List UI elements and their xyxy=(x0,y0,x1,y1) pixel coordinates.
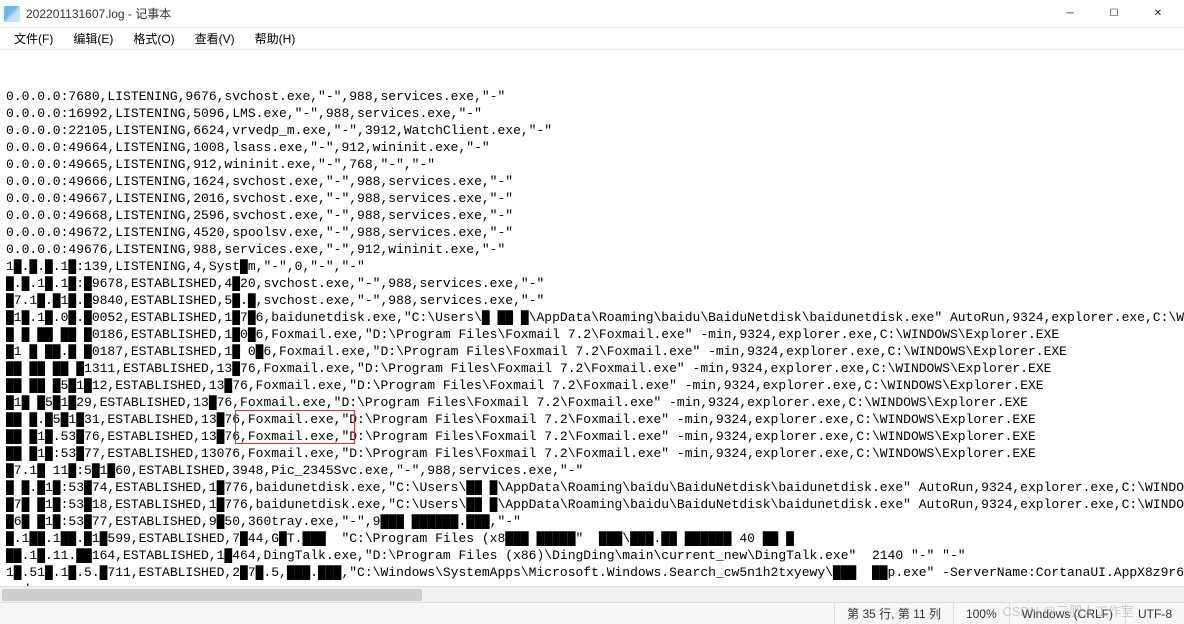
status-encoding: UTF-8 xyxy=(1125,603,1184,624)
text-area[interactable]: 0.0.0.0:7680,LISTENING,9676,svchost.exe,… xyxy=(0,50,1184,586)
status-zoom: 100% xyxy=(953,603,1009,624)
log-line: 0.0.0.0:49672,LISTENING,4520,spoolsv.exe… xyxy=(6,224,1178,241)
minimize-button[interactable]: ─ xyxy=(1048,0,1092,28)
log-line: █.1██.1██.█1█599,ESTABLISHED,7█44,G█T.██… xyxy=(6,530,1178,547)
log-line: █1█.1█.0█.█0052,ESTABLISHED,1█7█6,baidun… xyxy=(6,309,1178,326)
log-line: 0.0.0.0:49664,LISTENING,1008,lsass.exe,"… xyxy=(6,139,1178,156)
log-line: 0.0.0.0:49667,LISTENING,2016,svchost.exe… xyxy=(6,190,1178,207)
notepad-icon xyxy=(4,6,20,22)
log-line: █7.1█ 11█:5█1█60,ESTABLISHED,3948,Pic_23… xyxy=(6,462,1178,479)
log-line: 0.0.0.0:49676,LISTENING,988,services.exe… xyxy=(6,241,1178,258)
log-line: ██ ██ █5█1█12,ESTABLISHED,13█76,Foxmail.… xyxy=(6,377,1178,394)
window-controls: ─ ☐ ✕ xyxy=(1048,0,1180,28)
log-line: █ █ ██ ██ █0186,ESTABLISHED,1█0█6,Foxmai… xyxy=(6,326,1178,343)
horizontal-scrollbar[interactable] xyxy=(0,586,1184,602)
log-line: 1█.51█.1█.5.█711,ESTABLISHED,2█7█.5,███.… xyxy=(6,564,1178,581)
log-line: █ █.█1█:53█74,ESTABLISHED,1█776,baidunet… xyxy=(6,479,1178,496)
log-line: 0.0.0.0:7680,LISTENING,9676,svchost.exe,… xyxy=(6,88,1178,105)
menu-help[interactable]: 帮助(H) xyxy=(247,28,304,49)
status-position: 第 35 行, 第 11 列 xyxy=(834,603,953,624)
log-line: 0.0.0.0:49665,LISTENING,912,wininit.exe,… xyxy=(6,156,1178,173)
log-line: █1 █ ██.█ █0187,ESTABLISHED,1█ 0█6,Foxma… xyxy=(6,343,1178,360)
close-button[interactable]: ✕ xyxy=(1136,0,1180,28)
log-line: 1█.█.█.1█:139,LISTENING,4,Syst█m,"-",0,"… xyxy=(6,258,1178,275)
maximize-button[interactable]: ☐ xyxy=(1092,0,1136,28)
log-line: ██ █1█.53█76,ESTABLISHED,13█76,Foxmail.e… xyxy=(6,428,1178,445)
window-title: 202201131607.log - 记事本 xyxy=(26,5,1048,22)
scrollbar-thumb[interactable] xyxy=(2,589,422,601)
log-line: █1█ █5█1█29,ESTABLISHED,13█76,Foxmail.ex… xyxy=(6,394,1178,411)
log-line: █7.1█.█1█.█9840,ESTABLISHED,5█.█,svchost… xyxy=(6,292,1178,309)
log-line: 0.0.0.0:49666,LISTENING,1624,svchost.exe… xyxy=(6,173,1178,190)
log-line: ██ █1█:53█77,ESTABLISHED,13076,Foxmail.e… xyxy=(6,445,1178,462)
menubar: 文件(F) 编辑(E) 格式(O) 查看(V) 帮助(H) xyxy=(0,28,1184,50)
titlebar: 202201131607.log - 记事本 ─ ☐ ✕ xyxy=(0,0,1184,28)
menu-view[interactable]: 查看(V) xyxy=(187,28,243,49)
status-line-ending: Windows (CRLF) xyxy=(1009,603,1125,624)
log-line: █.█.1█.1█:█9678,ESTABLISHED,4█20,svchost… xyxy=(6,275,1178,292)
log-line: ██ ██ ██ █1311,ESTABLISHED,13█76,Foxmail… xyxy=(6,360,1178,377)
statusbar: 第 35 行, 第 11 列 100% Windows (CRLF) UTF-8… xyxy=(0,602,1184,624)
menu-file[interactable]: 文件(F) xyxy=(6,28,61,49)
log-line: █6█ █1█:53█77,ESTABLISHED,9█50,360tray.e… xyxy=(6,513,1178,530)
log-line: 0.0.0.0:49668,LISTENING,2596,svchost.exe… xyxy=(6,207,1178,224)
log-line: ██.1█.11.██164,ESTABLISHED,1█464,DingTal… xyxy=(6,547,1178,564)
log-line: 0.0.0.0:22105,LISTENING,6624,vrvedp_m.ex… xyxy=(6,122,1178,139)
menu-format[interactable]: 格式(O) xyxy=(125,28,182,49)
menu-edit[interactable]: 编辑(E) xyxy=(65,28,121,49)
log-line: 0.0.0.0:16992,LISTENING,5096,LMS.exe,"-"… xyxy=(6,105,1178,122)
log-line: █7█ █1█:53█18,ESTABLISHED,1█776,baidunet… xyxy=(6,496,1178,513)
log-line: ██ █.█5█1█31,ESTABLISHED,13█76,Foxmail.e… xyxy=(6,411,1178,428)
